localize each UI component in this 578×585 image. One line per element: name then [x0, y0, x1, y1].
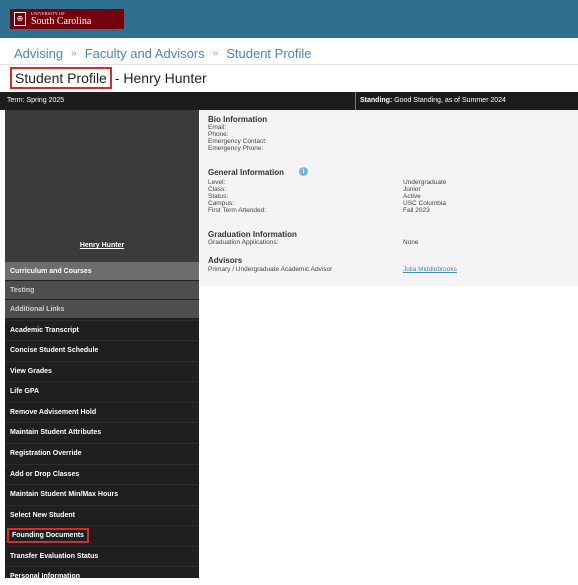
student-details-panel: Bio Information Email: Phone: Emergency …	[200, 110, 578, 286]
term-label: Term:	[7, 97, 25, 104]
link-select-new-student[interactable]: Select New Student	[5, 505, 199, 524]
breadcrumb-separator: »	[71, 47, 77, 59]
standing-label: Standing:	[360, 97, 393, 104]
bio-emergency-phone-label: Emergency Phone:	[208, 145, 264, 152]
status-label: Status:	[208, 193, 229, 200]
graduation-applications-label: Graduation Applications:	[208, 239, 279, 246]
graduation-heading: Graduation Information	[208, 230, 297, 239]
graduation-applications-value: None	[403, 239, 419, 246]
class-value: Junior	[403, 186, 421, 193]
breadcrumb: Advising » Faculty and Advisors » Studen…	[14, 44, 312, 62]
menu-testing[interactable]: Testing	[5, 281, 199, 299]
logo-name: South Carolina	[31, 16, 92, 27]
link-label: Maintain Student Attributes	[10, 428, 102, 436]
link-label: View Grades	[10, 367, 52, 375]
link-label: Life GPA	[10, 387, 40, 395]
top-banner: ⊕ UNIVERSITY OF South Carolina	[0, 0, 578, 38]
link-add-or-drop-classes[interactable]: Add or Drop Classes	[5, 464, 199, 483]
breadcrumb-advising[interactable]: Advising	[14, 46, 63, 61]
link-maintain-student-min-max-hours[interactable]: Maintain Student Min/Max Hours	[5, 484, 199, 503]
breadcrumb-student-profile[interactable]: Student Profile	[226, 46, 311, 61]
breadcrumb-faculty-and-advisors[interactable]: Faculty and Advisors	[85, 46, 205, 61]
university-seal-icon: ⊕	[14, 12, 26, 26]
student-photo	[5, 110, 199, 262]
bio-heading: Bio Information	[208, 115, 268, 124]
advisor-role-label: Primary / Undergraduate Academic Advisor	[208, 266, 333, 273]
link-remove-advisement-hold[interactable]: Remove Advisement Hold	[5, 402, 199, 421]
link-founding-documents[interactable]: Founding Documents	[5, 525, 199, 544]
link-label: Registration Override	[10, 449, 82, 457]
student-sidebar: Henry Hunter Curriculum and Courses Test…	[5, 110, 199, 580]
menu-additional-links[interactable]: Additional Links	[5, 300, 199, 318]
link-transfer-evaluation-status[interactable]: Transfer Evaluation Status	[5, 546, 199, 565]
level-label: Level:	[208, 179, 226, 186]
class-label: Class:	[208, 186, 227, 193]
page-title-highlighted: Student Profile	[10, 67, 112, 89]
advisor-name-link[interactable]: Julia Middlebrooks	[403, 266, 457, 273]
link-label: Add or Drop Classes	[10, 470, 80, 478]
student-name-link[interactable]: Henry Hunter	[5, 242, 199, 249]
page-title: Student Profile - Henry Hunter	[10, 67, 207, 89]
link-label: Select New Student	[10, 511, 75, 519]
link-label: Remove Advisement Hold	[10, 408, 97, 416]
link-label: Maintain Student Min/Max Hours	[10, 490, 119, 498]
logo-text: UNIVERSITY OF South Carolina	[31, 11, 91, 27]
term-standing-bar: Term: Spring 2025 Standing: Good Standin…	[0, 92, 578, 110]
link-life-gpa[interactable]: Life GPA	[5, 381, 199, 400]
link-label: Personal Information	[10, 572, 81, 580]
level-value: Undergraduate	[403, 179, 447, 186]
university-logo[interactable]: ⊕ UNIVERSITY OF South Carolina	[10, 9, 124, 29]
link-label: Transfer Evaluation Status	[10, 552, 99, 560]
standing-info: Standing: Good Standing, as of Summer 20…	[360, 97, 506, 104]
link-maintain-student-attributes[interactable]: Maintain Student Attributes	[5, 422, 199, 441]
page-title-student: - Henry Hunter	[114, 70, 207, 86]
link-concise-student-schedule[interactable]: Concise Student Schedule	[5, 340, 199, 359]
link-academic-transcript[interactable]: Academic Transcript	[5, 320, 199, 339]
link-personal-information[interactable]: Personal Information	[5, 566, 199, 585]
term-info: Term: Spring 2025	[7, 97, 64, 104]
bio-phone-label: Phone:	[208, 131, 229, 138]
link-registration-override[interactable]: Registration Override	[5, 443, 199, 462]
campus-label: Campus:	[208, 200, 235, 207]
info-icon[interactable]: i	[299, 167, 308, 176]
standing-value: Good Standing, as of Summer 2024	[394, 97, 506, 104]
term-value: Spring 2025	[26, 97, 65, 104]
advisors-heading: Advisors	[208, 256, 243, 265]
breadcrumb-separator: »	[212, 47, 219, 59]
campus-value: USC Columbia	[403, 200, 446, 207]
menu-curriculum-and-courses[interactable]: Curriculum and Courses	[5, 262, 199, 280]
bio-email-label: Email:	[208, 124, 227, 131]
divider	[0, 64, 578, 65]
link-label: Founding Documents	[7, 527, 89, 543]
bio-emergency-contact-label: Emergency Contact:	[208, 138, 267, 145]
bar-divider	[355, 92, 356, 110]
first-term-value: Fall 2023	[403, 207, 430, 214]
status-value: Active	[403, 193, 421, 200]
general-heading: General Information	[208, 168, 285, 177]
link-view-grades[interactable]: View Grades	[5, 361, 199, 380]
link-label: Concise Student Schedule	[10, 346, 99, 354]
first-term-label: First Term Attended:	[208, 207, 267, 214]
link-label: Academic Transcript	[10, 326, 79, 334]
